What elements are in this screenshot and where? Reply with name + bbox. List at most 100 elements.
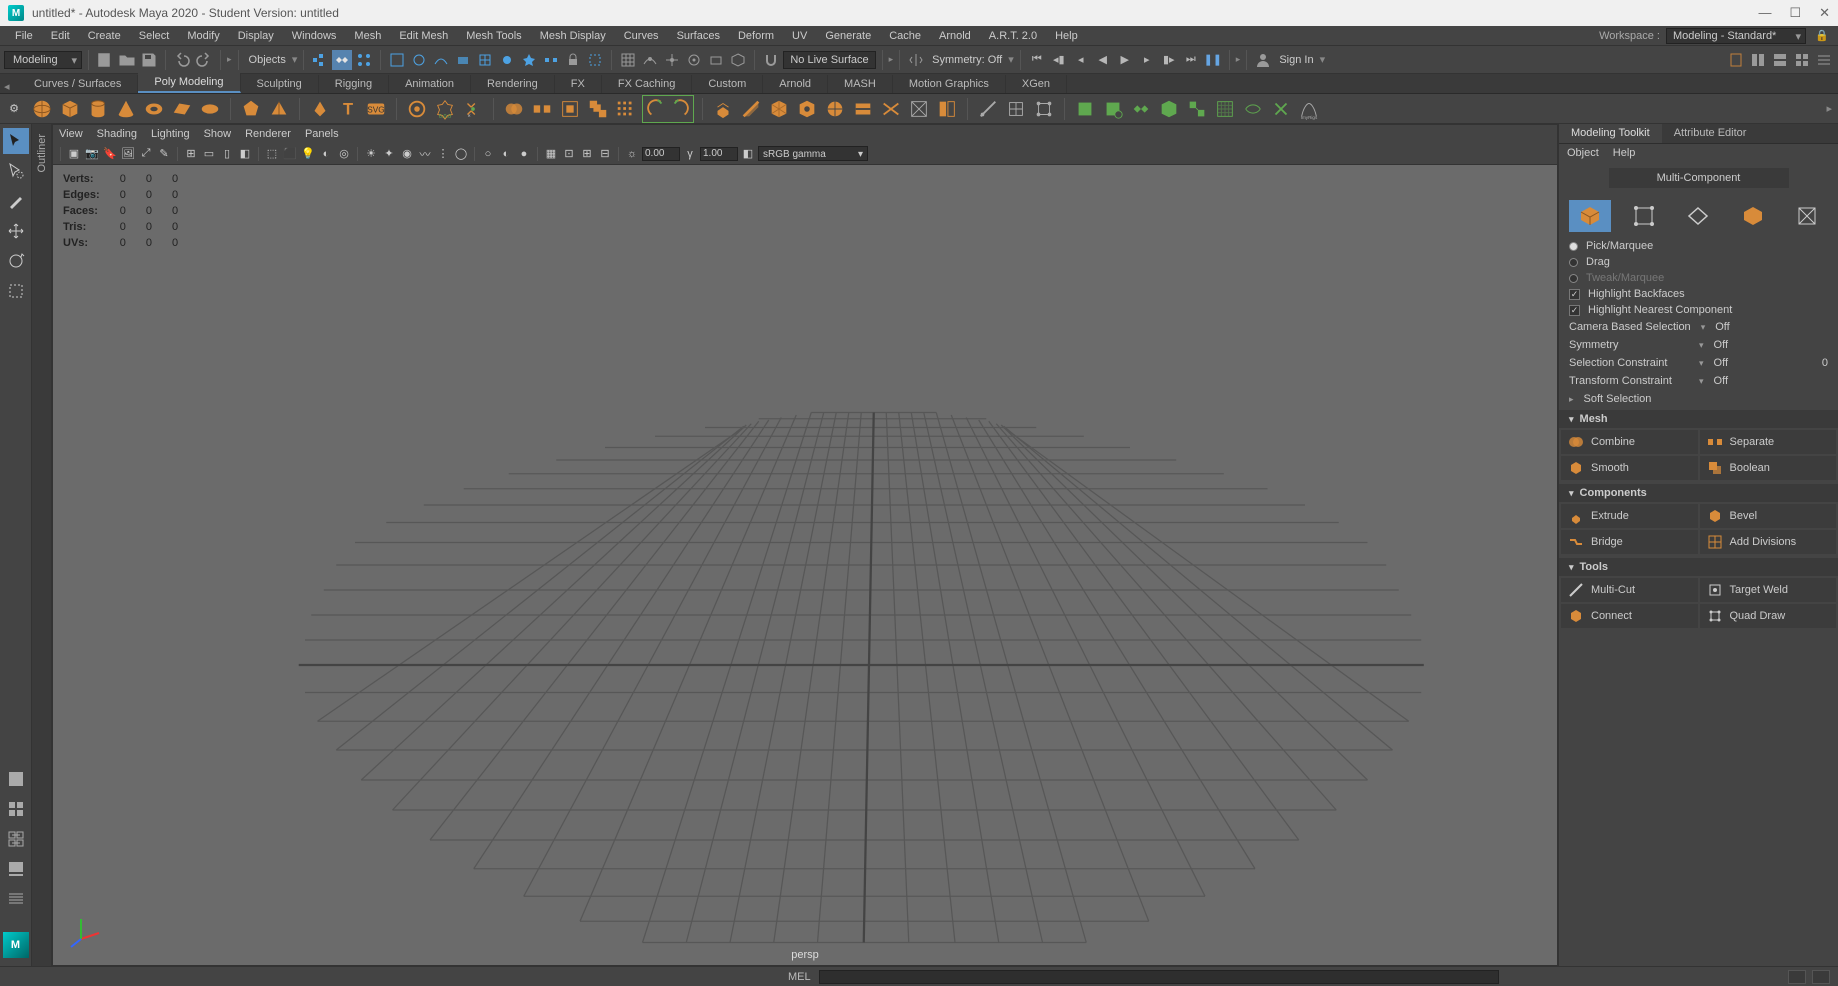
vp-shadows-icon[interactable]: ◐ <box>318 146 334 162</box>
green-tool7-icon[interactable] <box>1241 97 1265 121</box>
btn-combine[interactable]: Combine <box>1561 430 1698 454</box>
green-tool4-icon[interactable] <box>1157 97 1181 121</box>
magnet-icon[interactable] <box>761 50 781 70</box>
vp-resgate-icon[interactable]: ▯ <box>219 146 235 162</box>
btn-boolean[interactable]: Boolean <box>1700 456 1837 480</box>
rp-menu-object[interactable]: Object <box>1567 147 1599 159</box>
timeline-start-icon[interactable]: ⏮ <box>1027 50 1047 70</box>
poly-pipe-icon[interactable]: T <box>336 97 360 121</box>
select-tool-button[interactable] <box>3 128 29 154</box>
insert-edge-loop-icon[interactable] <box>851 97 875 121</box>
poly-soccer-icon[interactable]: 0.0.0 <box>433 97 457 121</box>
symmetry-label[interactable]: Symmetry: Off <box>928 54 1006 66</box>
vp-depth-of-field-icon[interactable]: ◯ <box>453 146 469 162</box>
timeline-prev-key-icon[interactable]: ◂▮ <box>1049 50 1069 70</box>
layout-preset1-button[interactable] <box>3 826 29 852</box>
select-by-object-icon[interactable] <box>332 50 352 70</box>
vp-isolate-icon[interactable]: ◎ <box>336 146 352 162</box>
dd-camera-based-selection[interactable]: Camera Based Selection▾Off <box>1559 318 1838 336</box>
snap-point-icon[interactable] <box>662 50 682 70</box>
sculpt-brush-left-icon[interactable] <box>644 97 668 121</box>
menu-mesh-display[interactable]: Mesh Display <box>531 26 615 46</box>
vp-menu-view[interactable]: View <box>59 128 83 140</box>
poly-superellipse-icon[interactable]: × <box>461 97 485 121</box>
vp-menu-renderer[interactable]: Renderer <box>245 128 291 140</box>
tab-attribute-editor[interactable]: Attribute Editor <box>1662 124 1759 143</box>
timeline-next-frame-icon[interactable]: ▸ <box>1137 50 1157 70</box>
btn-add-divisions[interactable]: Add Divisions <box>1700 530 1837 554</box>
component-object-button[interactable] <box>1569 200 1611 232</box>
vp-motion-blur-icon[interactable]: 〰 <box>417 146 433 162</box>
vp-grease-icon[interactable]: ✎ <box>156 146 172 162</box>
shelf-tab-motion-graphics[interactable]: Motion Graphics <box>893 75 1006 93</box>
menu-modify[interactable]: Modify <box>178 26 228 46</box>
poly-helix-icon[interactable]: SVG <box>364 97 388 121</box>
vp-select-camera-icon[interactable]: ▣ <box>66 146 82 162</box>
green-tool5-icon[interactable] <box>1185 97 1209 121</box>
timeline-play-icon[interactable]: ▶ <box>1115 50 1135 70</box>
undo-icon[interactable] <box>172 50 192 70</box>
vp-menu-show[interactable]: Show <box>204 128 232 140</box>
poly-gear-icon[interactable] <box>405 97 429 121</box>
vp-light3-icon[interactable]: ● <box>516 146 532 162</box>
vp-ao-icon[interactable]: ◉ <box>399 146 415 162</box>
vp-snap2-icon[interactable]: ⊞ <box>579 146 595 162</box>
shelf-tab-curves-surfaces[interactable]: Curves / Surfaces <box>18 75 138 93</box>
vp-menu-shading[interactable]: Shading <box>97 128 137 140</box>
poly-disc-icon[interactable] <box>198 97 222 121</box>
sel-mask-handle-icon[interactable] <box>387 50 407 70</box>
vp-multisample-icon[interactable]: ⋮ <box>435 146 451 162</box>
sel-mask-curve-icon[interactable] <box>431 50 451 70</box>
shelf-tab-poly-modeling[interactable]: Poly Modeling <box>138 73 240 93</box>
minimize-button[interactable]: — <box>1758 5 1771 21</box>
separate-icon[interactable] <box>530 97 554 121</box>
symmetry-icon[interactable] <box>906 50 926 70</box>
shelf-tab-arnold[interactable]: Arnold <box>763 75 828 93</box>
vp-tex-icon[interactable]: ▦ <box>543 146 559 162</box>
sel-mask-dynamic-icon[interactable] <box>497 50 517 70</box>
menu-surfaces[interactable]: Surfaces <box>668 26 729 46</box>
menu-edit[interactable]: Edit <box>42 26 79 46</box>
poly-plane-icon[interactable] <box>170 97 194 121</box>
select-by-component-icon[interactable] <box>354 50 374 70</box>
vp-xray-joints-icon[interactable]: ✦ <box>381 146 397 162</box>
vp-gate-mask-icon[interactable]: ◧ <box>237 146 253 162</box>
menu-generate[interactable]: Generate <box>816 26 880 46</box>
btn-bevel[interactable]: Bevel <box>1700 504 1837 528</box>
btn-quad-draw[interactable]: Quad Draw <box>1700 604 1837 628</box>
menu-edit-mesh[interactable]: Edit Mesh <box>390 26 457 46</box>
snap-grid-icon[interactable] <box>618 50 638 70</box>
timeline-next-key-icon[interactable]: ▮▸ <box>1159 50 1179 70</box>
imyrigs-icon[interactable]: ImyRigs <box>1297 97 1321 121</box>
timeline-pause-icon[interactable]: ❚❚ <box>1203 50 1223 70</box>
component-uv-button[interactable] <box>1786 200 1828 232</box>
shelf-options-icon[interactable]: ⚙ <box>6 99 22 119</box>
add-divisions-icon[interactable] <box>795 97 819 121</box>
section-tools[interactable]: ▾Tools <box>1559 558 1838 576</box>
radio-drag[interactable]: Drag <box>1559 254 1838 270</box>
tab-modeling-toolkit[interactable]: Modeling Toolkit <box>1559 124 1662 143</box>
poly-torus-icon[interactable] <box>142 97 166 121</box>
sb-icon-2[interactable] <box>1812 970 1830 984</box>
component-edge-button[interactable] <box>1677 200 1719 232</box>
vp-light2-icon[interactable]: ◐ <box>498 146 514 162</box>
timeline-end-icon[interactable]: ⏭ <box>1181 50 1201 70</box>
scale-tool-button[interactable] <box>3 278 29 304</box>
boolean-icon[interactable] <box>586 97 610 121</box>
poly-pyramid-icon[interactable] <box>267 97 291 121</box>
maya-home-icon[interactable]: M <box>3 932 29 958</box>
green-tool6-icon[interactable] <box>1213 97 1237 121</box>
outliner-collapsed-tab[interactable]: Outliner <box>32 124 52 966</box>
snap-view-plane-icon[interactable] <box>706 50 726 70</box>
detach-icon[interactable] <box>935 97 959 121</box>
menu-art[interactable]: A.R.T. 2.0 <box>980 26 1046 46</box>
menu-help[interactable]: Help <box>1046 26 1087 46</box>
mt-tool1-icon[interactable] <box>976 97 1000 121</box>
sel-mask-misc-icon[interactable] <box>541 50 561 70</box>
vp-camera-icon[interactable]: 📷 <box>84 146 100 162</box>
workspace-dropdown[interactable]: Modeling - Standard* <box>1666 28 1806 44</box>
menu-uv[interactable]: UV <box>783 26 816 46</box>
vp-menu-panels[interactable]: Panels <box>305 128 339 140</box>
single-pane-button[interactable] <box>3 766 29 792</box>
menu-display[interactable]: Display <box>229 26 283 46</box>
